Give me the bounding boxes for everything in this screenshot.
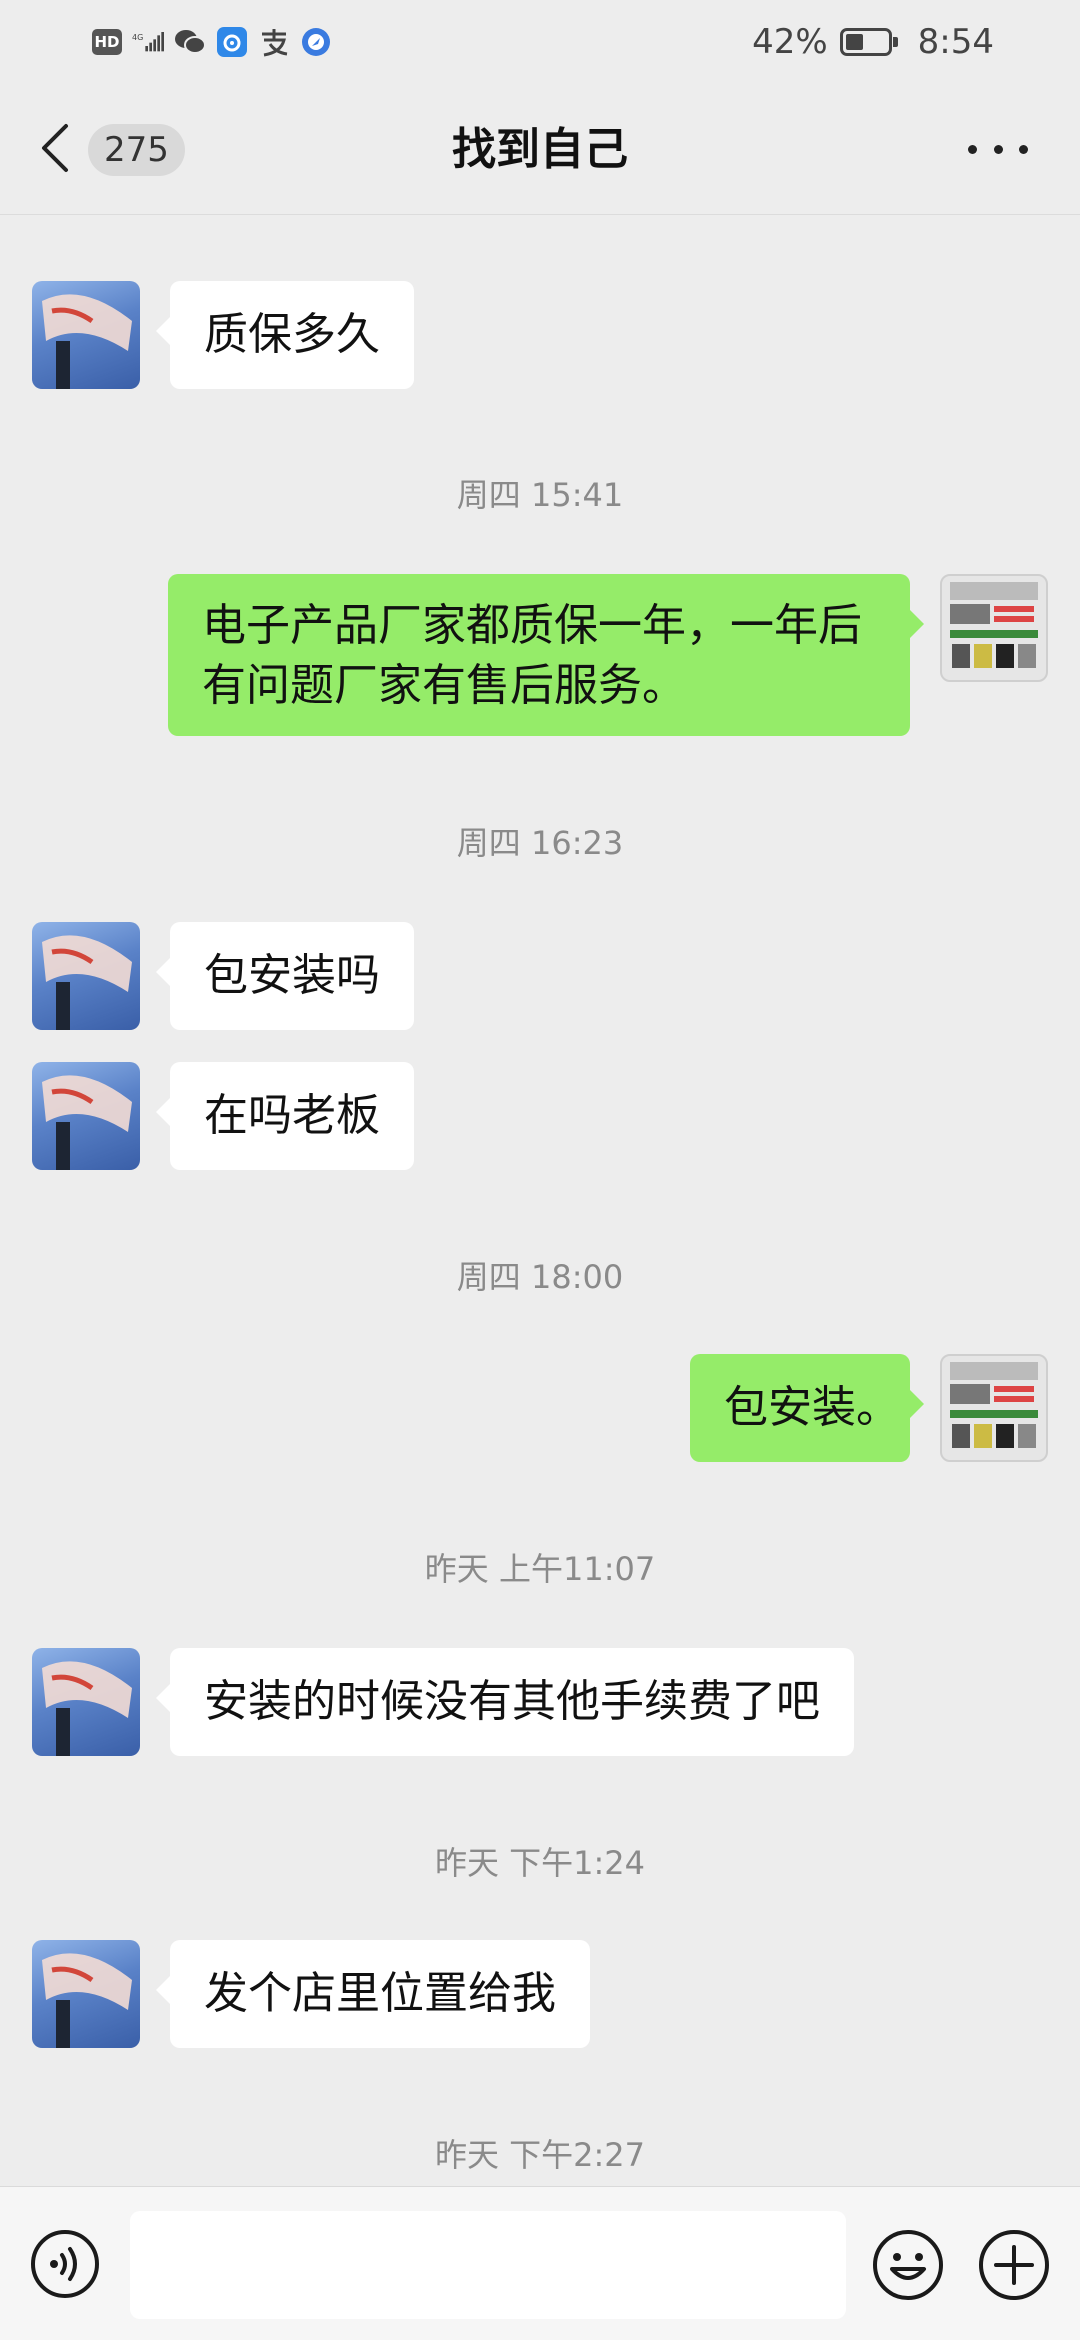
voice-icon bbox=[31, 2230, 99, 2298]
message-input[interactable] bbox=[130, 2211, 846, 2319]
more-dot bbox=[993, 144, 1003, 154]
message-line: 电子产品厂家都质保一年，一年后 bbox=[202, 600, 862, 651]
friend-avatar[interactable] bbox=[32, 1062, 140, 1170]
header-divider bbox=[0, 214, 1080, 215]
battery-icon bbox=[839, 28, 898, 56]
chat-screen: HD 4G 42% 8:54 275 找到自己 质保多久 周四 15:41 电子… bbox=[0, 0, 1080, 2340]
incoming-message[interactable]: 包安装吗 bbox=[156, 922, 414, 1030]
signal-icon: 4G bbox=[132, 26, 164, 58]
cloud-app-icon bbox=[216, 26, 248, 58]
friend-avatar[interactable] bbox=[32, 281, 140, 389]
status-right: 42% 8:54 bbox=[752, 20, 994, 64]
chat-title: 找到自己 bbox=[452, 124, 628, 175]
friend-avatar[interactable] bbox=[32, 922, 140, 1030]
clock: 8:54 bbox=[917, 22, 994, 62]
message-timestamp: 周四 16:23 bbox=[456, 824, 624, 862]
voice-input-button[interactable] bbox=[30, 2229, 100, 2299]
outgoing-message[interactable]: 包安装。 bbox=[690, 1354, 924, 1462]
outgoing-message[interactable]: 电子产品厂家都质保一年，一年后 有问题厂家有售后服务。 bbox=[168, 574, 924, 736]
message-line: 有问题厂家有售后服务。 bbox=[202, 660, 686, 711]
network-type-label: 4G bbox=[132, 33, 143, 42]
plus-icon bbox=[979, 2230, 1049, 2300]
friend-avatar[interactable] bbox=[32, 1648, 140, 1756]
status-bar: HD 4G 42% 8:54 bbox=[0, 0, 1080, 84]
emoji-button[interactable] bbox=[872, 2229, 944, 2301]
friend-avatar[interactable] bbox=[32, 1940, 140, 2048]
battery-level bbox=[845, 34, 863, 50]
more-dot bbox=[968, 144, 977, 154]
title-bar: 275 找到自己 bbox=[0, 84, 1080, 214]
message-timestamp: 昨天 下午2:27 bbox=[434, 2136, 646, 2174]
alipay-icon bbox=[258, 26, 290, 58]
my-avatar[interactable] bbox=[940, 574, 1048, 682]
browser-icon bbox=[300, 26, 332, 58]
emoji-icon bbox=[873, 2230, 943, 2300]
more-dot bbox=[1019, 144, 1028, 154]
incoming-message[interactable]: 在吗老板 bbox=[156, 1062, 414, 1170]
message-timestamp: 周四 15:41 bbox=[456, 476, 624, 514]
message-timestamp: 周四 18:00 bbox=[456, 1258, 624, 1296]
message-timestamp: 昨天 下午1:24 bbox=[434, 1844, 646, 1882]
input-bar bbox=[0, 2186, 1080, 2340]
status-left-icons: HD 4G bbox=[92, 22, 332, 62]
message-timestamp: 昨天 上午11:07 bbox=[424, 1550, 656, 1588]
more-functions-button[interactable] bbox=[978, 2229, 1050, 2301]
incoming-message[interactable]: 安装的时候没有其他手续费了吧 bbox=[156, 1648, 854, 1756]
incoming-message[interactable]: 发个店里位置给我 bbox=[156, 1940, 590, 2048]
incoming-message[interactable]: 质保多久 bbox=[156, 281, 414, 389]
hd-icon: HD bbox=[92, 29, 122, 55]
battery-percent: 42% bbox=[752, 22, 828, 62]
wechat-icon bbox=[174, 26, 206, 58]
my-avatar[interactable] bbox=[940, 1354, 1048, 1462]
more-options-button[interactable] bbox=[968, 134, 1028, 164]
